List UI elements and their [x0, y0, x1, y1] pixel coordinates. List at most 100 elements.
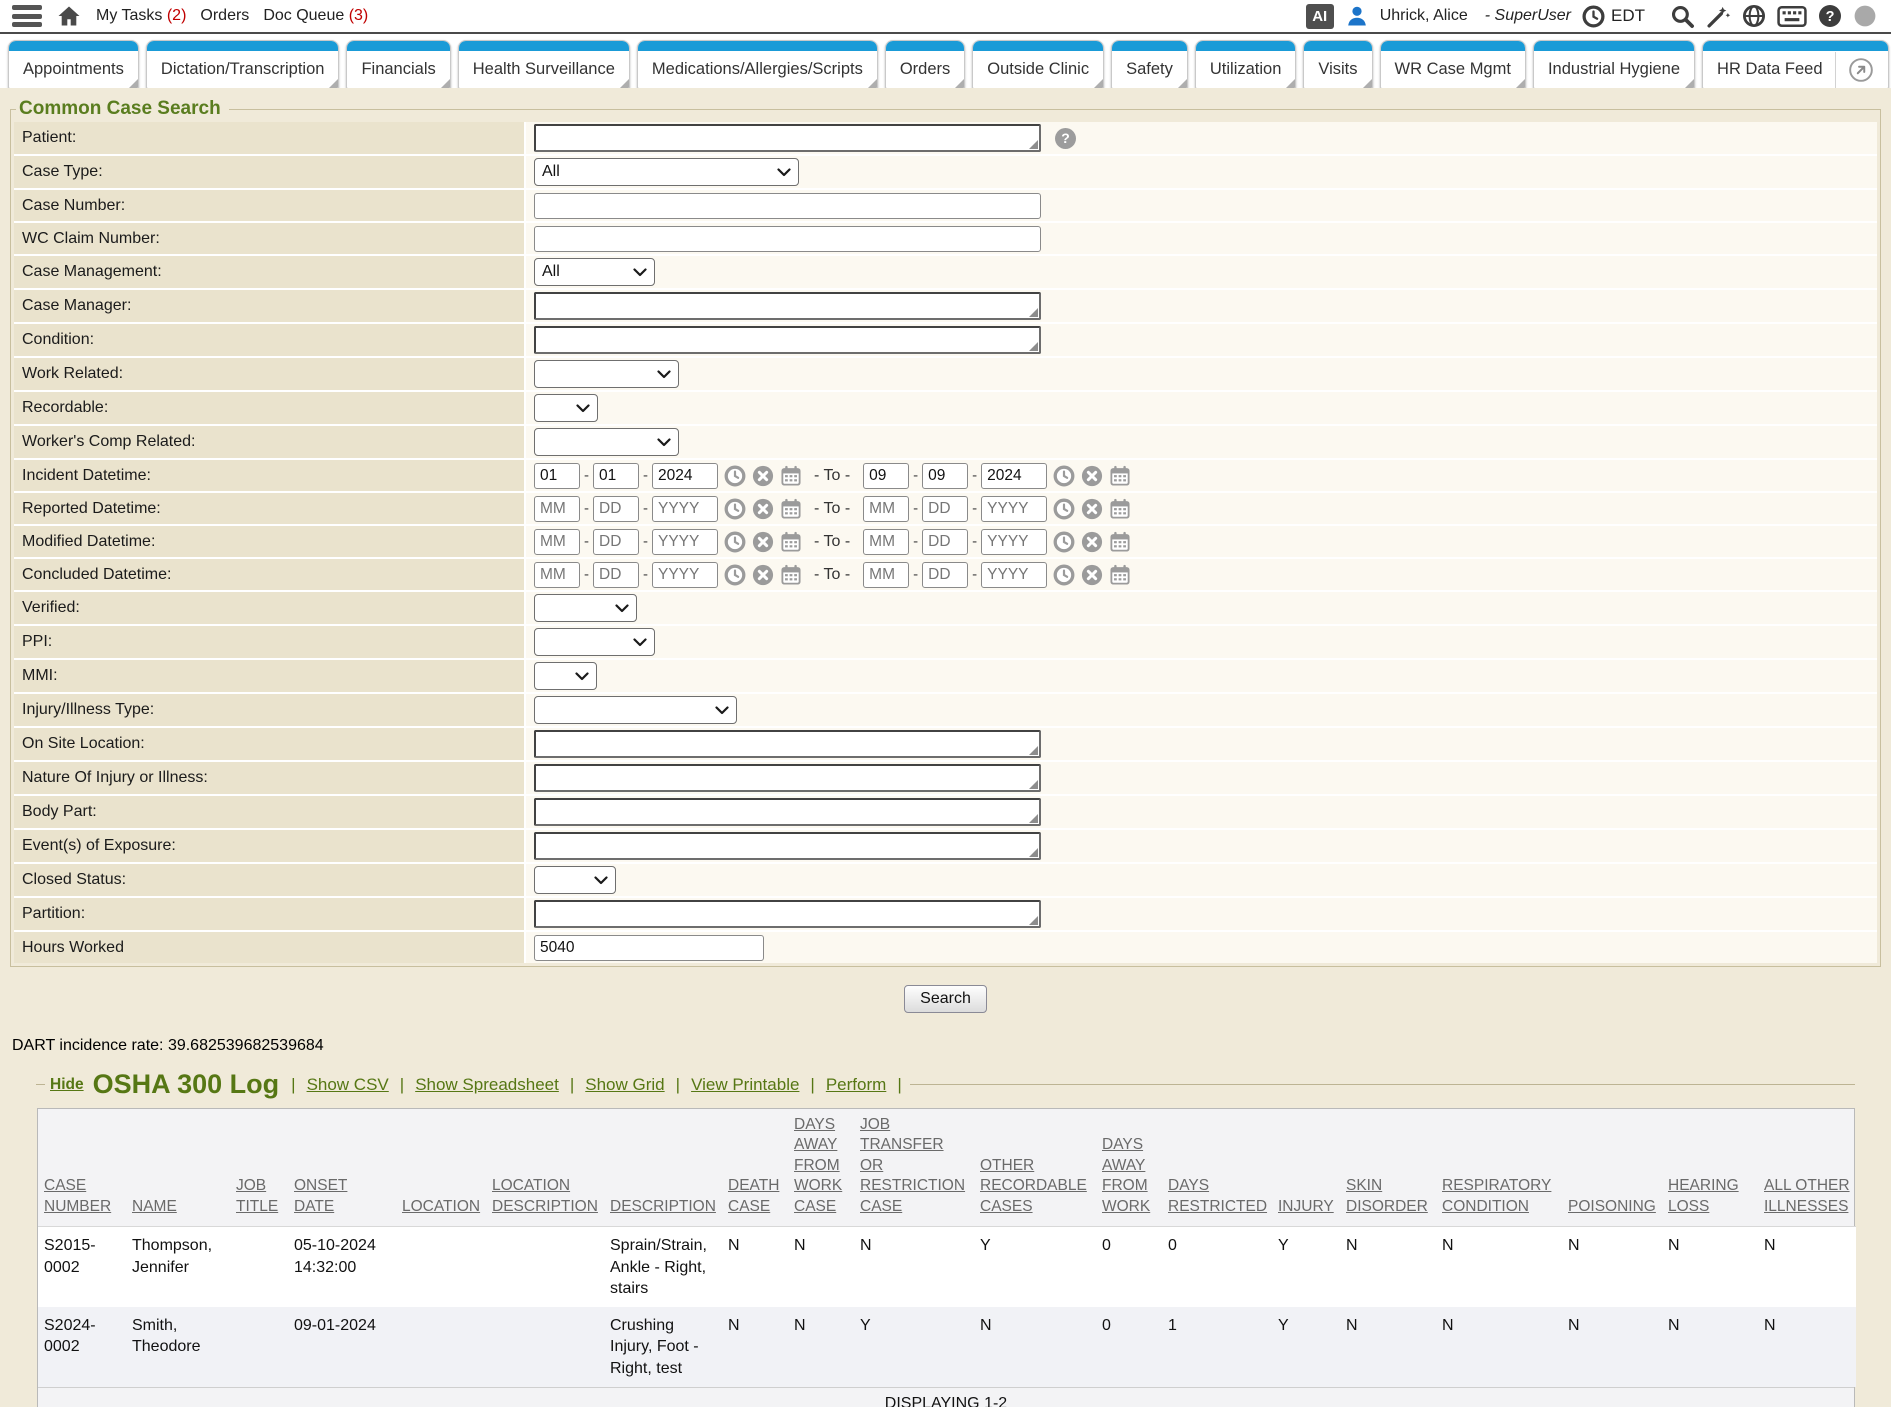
- modified-datetime-from-month-input[interactable]: [534, 529, 580, 555]
- view-printable-link[interactable]: View Printable: [691, 1075, 799, 1095]
- table-row[interactable]: S2015-0002Thompson, Jennifer05-10-2024 1…: [38, 1227, 1856, 1307]
- tab-industrial-hygiene[interactable]: Industrial Hygiene: [1533, 40, 1695, 88]
- clear-icon[interactable]: [752, 531, 774, 553]
- hide-link[interactable]: Hide: [50, 1076, 84, 1094]
- recordable-select[interactable]: [534, 394, 598, 422]
- modified-datetime-from-day-input[interactable]: [593, 529, 639, 555]
- show-spreadsheet-link[interactable]: Show Spreadsheet: [415, 1075, 559, 1095]
- calendar-icon[interactable]: [1109, 498, 1131, 520]
- hours-worked-input[interactable]: [534, 935, 764, 961]
- column-header-respiratory-condition[interactable]: RESPIRATORY CONDITION: [1436, 1109, 1562, 1227]
- injury-illness-type-select[interactable]: [534, 696, 737, 724]
- column-header-location[interactable]: LOCATION: [396, 1109, 486, 1227]
- concluded-datetime-to-month-input[interactable]: [863, 562, 909, 588]
- mmi-select[interactable]: [534, 662, 597, 690]
- incident-datetime-to-day-input[interactable]: [922, 463, 968, 489]
- column-header-poisoning[interactable]: POISONING: [1562, 1109, 1662, 1227]
- concluded-datetime-to-year-input[interactable]: [981, 562, 1047, 588]
- time-icon[interactable]: [724, 531, 746, 553]
- keyboard-icon[interactable]: [1777, 6, 1807, 27]
- tab-dictation-transcription[interactable]: Dictation/Transcription: [146, 40, 340, 88]
- tab-wr-case-mgmt[interactable]: WR Case Mgmt: [1380, 40, 1526, 88]
- reported-datetime-from-year-input[interactable]: [652, 496, 718, 522]
- ai-badge[interactable]: AI: [1306, 4, 1334, 29]
- menu-icon[interactable]: [12, 5, 42, 27]
- search-icon[interactable]: [1670, 4, 1695, 29]
- time-icon[interactable]: [1053, 564, 1075, 586]
- calendar-icon[interactable]: [1109, 465, 1131, 487]
- table-row[interactable]: S2024-0002Smith, Theodore09-01-2024Crush…: [38, 1307, 1856, 1387]
- column-header-days-away-from-work-case[interactable]: DAYS AWAY FROM WORK CASE: [788, 1109, 854, 1227]
- column-header-days-restricted[interactable]: DAYS RESTRICTED: [1162, 1109, 1272, 1227]
- clear-icon[interactable]: [1081, 498, 1103, 520]
- calendar-icon[interactable]: [1109, 531, 1131, 553]
- tab-outside-clinic[interactable]: Outside Clinic: [972, 40, 1104, 88]
- column-header-other-recordable-cases[interactable]: OTHER RECORDABLE CASES: [974, 1109, 1096, 1227]
- column-header-job-transfer-or-restriction-case[interactable]: JOB TRANSFER OR RESTRICTION CASE: [854, 1109, 974, 1227]
- clear-icon[interactable]: [1081, 531, 1103, 553]
- incident-datetime-from-day-input[interactable]: [593, 463, 639, 489]
- clock-icon[interactable]: [1582, 5, 1605, 28]
- clear-icon[interactable]: [752, 564, 774, 586]
- wand-icon[interactable]: [1706, 4, 1731, 29]
- user-icon[interactable]: [1345, 4, 1369, 28]
- nature-of-injury-or-illness-input[interactable]: [534, 764, 1041, 792]
- nav-my-tasks[interactable]: My Tasks (2): [96, 7, 186, 25]
- time-icon[interactable]: [724, 498, 746, 520]
- condition-input[interactable]: [534, 326, 1041, 354]
- worker-s-comp-related-select[interactable]: [534, 428, 679, 456]
- column-header-injury[interactable]: INJURY: [1272, 1109, 1340, 1227]
- show-grid-link[interactable]: Show Grid: [585, 1075, 664, 1095]
- time-icon[interactable]: [1053, 465, 1075, 487]
- column-header-days-away-from-work[interactable]: DAYS AWAY FROM WORK: [1096, 1109, 1162, 1227]
- help-icon[interactable]: ?: [1818, 4, 1842, 28]
- wc-claim-number-input[interactable]: [534, 226, 1041, 252]
- time-icon[interactable]: [724, 465, 746, 487]
- home-icon[interactable]: [56, 4, 82, 28]
- case-type-select[interactable]: All: [534, 158, 799, 186]
- time-icon[interactable]: [1053, 531, 1075, 553]
- modified-datetime-to-month-input[interactable]: [863, 529, 909, 555]
- column-header-location-description[interactable]: LOCATION DESCRIPTION: [486, 1109, 604, 1227]
- tab-medications-allergies-scripts[interactable]: Medications/Allergies/Scripts: [637, 40, 878, 88]
- reported-datetime-to-month-input[interactable]: [863, 496, 909, 522]
- clear-icon[interactable]: [752, 465, 774, 487]
- incident-datetime-to-year-input[interactable]: [981, 463, 1047, 489]
- case-manager-input[interactable]: [534, 292, 1041, 320]
- column-header-skin-disorder[interactable]: SKIN DISORDER: [1340, 1109, 1436, 1227]
- external-link-icon[interactable]: [1848, 57, 1874, 83]
- calendar-icon[interactable]: [780, 531, 802, 553]
- modified-datetime-from-year-input[interactable]: [652, 529, 718, 555]
- column-header-death-case[interactable]: DEATH CASE: [722, 1109, 788, 1227]
- clear-icon[interactable]: [1081, 564, 1103, 586]
- case-number-input[interactable]: [534, 193, 1041, 219]
- column-header-job-title[interactable]: JOB TITLE: [230, 1109, 288, 1227]
- column-header-description[interactable]: DESCRIPTION: [604, 1109, 722, 1227]
- reported-datetime-to-day-input[interactable]: [922, 496, 968, 522]
- nav-doc-queue[interactable]: Doc Queue (3): [263, 7, 368, 25]
- concluded-datetime-from-month-input[interactable]: [534, 562, 580, 588]
- closed-status-select[interactable]: [534, 866, 616, 894]
- event-s-of-exposure-input[interactable]: [534, 832, 1041, 860]
- reported-datetime-from-day-input[interactable]: [593, 496, 639, 522]
- tab-health-surveillance[interactable]: Health Surveillance: [458, 40, 630, 88]
- modified-datetime-to-year-input[interactable]: [981, 529, 1047, 555]
- incident-datetime-to-month-input[interactable]: [863, 463, 909, 489]
- concluded-datetime-from-day-input[interactable]: [593, 562, 639, 588]
- tab-safety[interactable]: Safety: [1111, 40, 1188, 88]
- column-header-hearing-loss[interactable]: HEARING LOSS: [1662, 1109, 1758, 1227]
- tab-hr-data-feed[interactable]: HR Data Feed: [1702, 40, 1888, 88]
- modified-datetime-to-day-input[interactable]: [922, 529, 968, 555]
- reported-datetime-to-year-input[interactable]: [981, 496, 1047, 522]
- time-icon[interactable]: [724, 564, 746, 586]
- tab-orders[interactable]: Orders: [885, 40, 965, 88]
- work-related-select[interactable]: [534, 360, 679, 388]
- column-header-name[interactable]: NAME: [126, 1109, 230, 1227]
- concluded-datetime-to-day-input[interactable]: [922, 562, 968, 588]
- partition-input[interactable]: [534, 900, 1041, 928]
- calendar-icon[interactable]: [1109, 564, 1131, 586]
- incident-datetime-from-month-input[interactable]: [534, 463, 580, 489]
- calendar-icon[interactable]: [780, 564, 802, 586]
- globe-icon[interactable]: [1742, 4, 1766, 28]
- show-csv-link[interactable]: Show CSV: [307, 1075, 389, 1095]
